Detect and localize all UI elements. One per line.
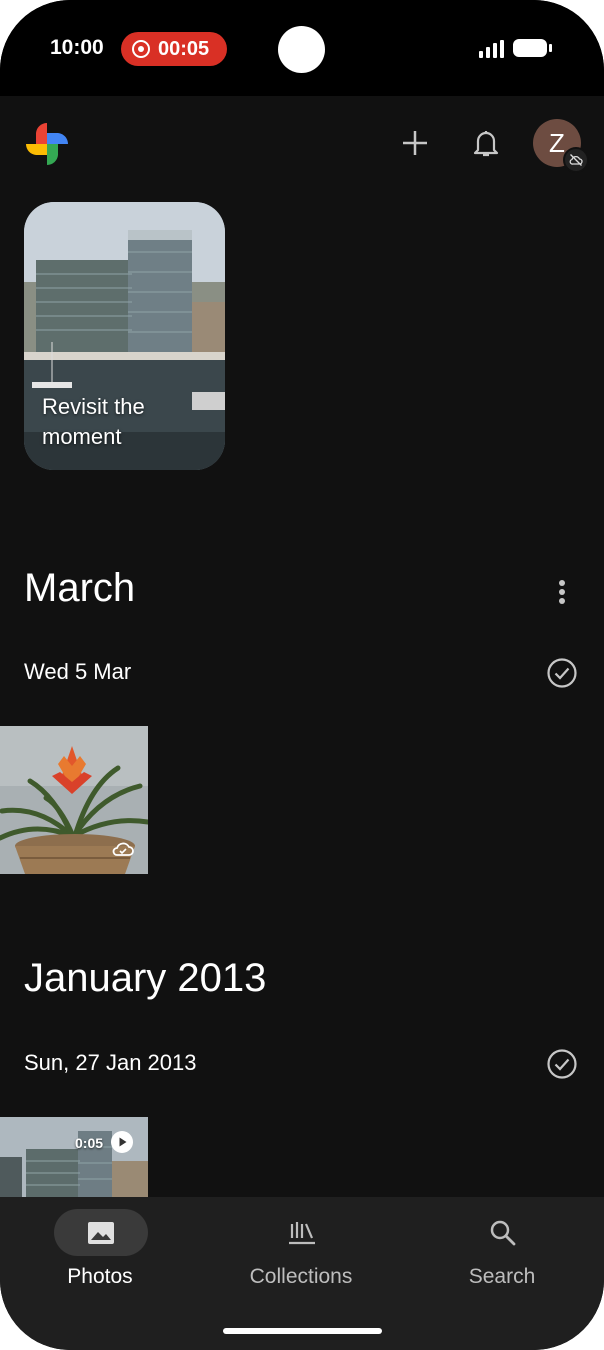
- nav-photos-label: Photos: [67, 1265, 133, 1288]
- month-heading: March: [24, 566, 136, 610]
- google-photos-logo-icon: [25, 122, 69, 166]
- photo-icon: [88, 1221, 114, 1244]
- app-bar: Z: [0, 96, 604, 192]
- cloud-icon: [112, 842, 134, 856]
- photo-thumbnail[interactable]: [0, 726, 148, 874]
- month-heading: January 2013: [24, 956, 267, 1000]
- select-date-check-icon[interactable]: [546, 1048, 578, 1080]
- nav-search[interactable]: Search: [422, 1209, 582, 1299]
- signal-icon: [479, 40, 504, 58]
- avatar-letter: Z: [549, 127, 565, 158]
- backup-off-badge: [563, 147, 589, 173]
- bell-icon: [473, 131, 499, 157]
- phone-frame: 10:00 00:05 Z Revisit the moment March W…: [0, 0, 604, 1350]
- status-time: 10:00: [50, 36, 104, 59]
- screen-recording-chip[interactable]: 00:05: [121, 32, 227, 66]
- nav-photos-indicator: [54, 1209, 148, 1256]
- play-icon: [111, 1131, 133, 1153]
- plus-icon: [403, 131, 427, 155]
- building-video-frame: [0, 1117, 148, 1197]
- nav-collections-label: Collections: [249, 1265, 353, 1288]
- library-icon: [289, 1221, 315, 1244]
- home-indicator[interactable]: [223, 1328, 382, 1334]
- nav-collections[interactable]: Collections: [221, 1209, 381, 1299]
- notifications-button[interactable]: [464, 121, 508, 165]
- photos-screen: Z Revisit the moment March Wed 5 Mar Jan…: [0, 96, 604, 1197]
- more-options-icon[interactable]: [548, 574, 576, 610]
- memory-label: Revisit the moment: [42, 394, 145, 449]
- battery-icon: [513, 39, 552, 57]
- cloud-off-icon: [569, 154, 583, 166]
- add-button[interactable]: [393, 121, 437, 165]
- status-bar: 10:00 00:05: [0, 0, 604, 96]
- date-heading: Sun, 27 Jan 2013: [24, 1050, 197, 1075]
- video-thumbnail[interactable]: 0:05: [0, 1117, 148, 1197]
- date-heading: Wed 5 Mar: [24, 659, 132, 684]
- record-icon: [132, 40, 150, 58]
- search-icon: [490, 1220, 516, 1245]
- memory-card[interactable]: Revisit the moment: [24, 202, 225, 470]
- video-duration: 0:05: [75, 1135, 104, 1151]
- nav-collections-indicator: [255, 1209, 349, 1256]
- front-camera: [278, 26, 325, 73]
- recording-time: 00:05: [158, 37, 210, 60]
- nav-photos[interactable]: Photos: [20, 1209, 180, 1299]
- select-date-check-icon[interactable]: [546, 657, 578, 689]
- nav-search-indicator: [456, 1209, 550, 1256]
- nav-search-label: Search: [468, 1265, 536, 1288]
